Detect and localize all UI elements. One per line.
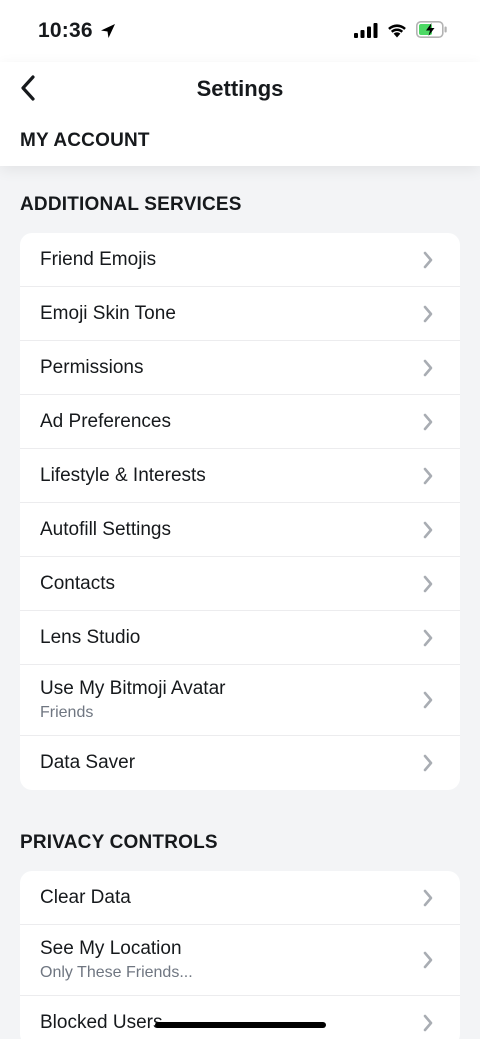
settings-item-label: Clear Data bbox=[40, 886, 131, 908]
section-header-my-account: MY ACCOUNT bbox=[20, 130, 150, 151]
settings-item-label: Contacts bbox=[40, 572, 115, 594]
chevron-right-icon bbox=[423, 359, 433, 376]
chevron-right-icon bbox=[423, 629, 433, 646]
settings-item-see-my-location[interactable]: See My Location Only These Friends... bbox=[20, 925, 460, 996]
settings-item-blocked-users[interactable]: Blocked Users bbox=[20, 996, 460, 1039]
settings-item-ad-preferences[interactable]: Ad Preferences bbox=[20, 395, 460, 449]
wifi-icon bbox=[386, 22, 408, 43]
section-header-privacy-controls: PRIVACY CONTROLS bbox=[20, 832, 218, 853]
settings-screen: 10:36 Settings MY ACCOUNT ADDITIONAL SER… bbox=[0, 0, 480, 1039]
settings-item-clear-data[interactable]: Clear Data bbox=[20, 871, 460, 925]
chevron-right-icon bbox=[423, 251, 433, 268]
settings-item-data-saver[interactable]: Data Saver bbox=[20, 736, 460, 790]
cellular-signal-icon bbox=[354, 22, 378, 43]
chevron-right-icon bbox=[423, 754, 433, 772]
status-icons bbox=[354, 21, 448, 43]
chevron-right-icon bbox=[423, 575, 433, 592]
header: Settings MY ACCOUNT bbox=[0, 62, 480, 166]
settings-item-label: Friend Emojis bbox=[40, 248, 157, 270]
chevron-right-icon bbox=[423, 691, 433, 709]
settings-item-autofill-settings[interactable]: Autofill Settings bbox=[20, 503, 460, 557]
settings-item-permissions[interactable]: Permissions bbox=[20, 341, 460, 395]
status-time: 10:36 bbox=[38, 19, 93, 42]
settings-item-value: Only These Friends... bbox=[40, 964, 193, 981]
status-bar: 10:36 bbox=[0, 0, 480, 62]
settings-item-text: Use My Bitmoji Avatar Friends bbox=[40, 678, 225, 722]
settings-item-text: See My Location Only These Friends... bbox=[40, 938, 193, 982]
settings-item-label: Emoji Skin Tone bbox=[40, 302, 176, 324]
settings-item-label: Ad Preferences bbox=[40, 410, 171, 432]
battery-charging-icon bbox=[416, 21, 448, 43]
settings-item-emoji-skin-tone[interactable]: Emoji Skin Tone bbox=[20, 287, 460, 341]
chevron-right-icon bbox=[423, 521, 433, 538]
settings-item-label: Lens Studio bbox=[40, 626, 141, 648]
chevron-right-icon bbox=[423, 413, 433, 430]
additional-services-list: Friend Emojis Emoji Skin Tone Permission… bbox=[20, 233, 460, 790]
settings-item-label: See My Location bbox=[40, 938, 182, 959]
settings-item-contacts[interactable]: Contacts bbox=[20, 557, 460, 611]
settings-item-value: Friends bbox=[40, 704, 94, 721]
settings-item-label: Data Saver bbox=[40, 752, 136, 773]
settings-item-label: Use My Bitmoji Avatar bbox=[40, 678, 226, 699]
settings-item-friend-emojis[interactable]: Friend Emojis bbox=[20, 233, 460, 287]
page-title: Settings bbox=[196, 76, 284, 101]
home-indicator bbox=[155, 1022, 326, 1028]
settings-item-label: Lifestyle & Interests bbox=[40, 464, 206, 486]
settings-item-lens-studio[interactable]: Lens Studio bbox=[20, 611, 460, 665]
section-header-additional-services: ADDITIONAL SERVICES bbox=[20, 194, 242, 215]
chevron-right-icon bbox=[423, 889, 433, 906]
chevron-right-icon bbox=[423, 305, 433, 322]
settings-item-lifestyle-interests[interactable]: Lifestyle & Interests bbox=[20, 449, 460, 503]
settings-item-use-my-bitmoji-avatar[interactable]: Use My Bitmoji Avatar Friends bbox=[20, 665, 460, 736]
chevron-right-icon bbox=[423, 951, 433, 969]
settings-item-label: Permissions bbox=[40, 356, 144, 378]
settings-item-label: Autofill Settings bbox=[40, 518, 171, 540]
settings-item-label: Blocked Users bbox=[40, 1012, 163, 1033]
chevron-right-icon bbox=[423, 467, 433, 484]
location-arrow-icon bbox=[99, 22, 117, 45]
privacy-controls-list: Clear Data See My Location Only These Fr… bbox=[20, 871, 460, 1039]
chevron-right-icon bbox=[423, 1014, 433, 1032]
